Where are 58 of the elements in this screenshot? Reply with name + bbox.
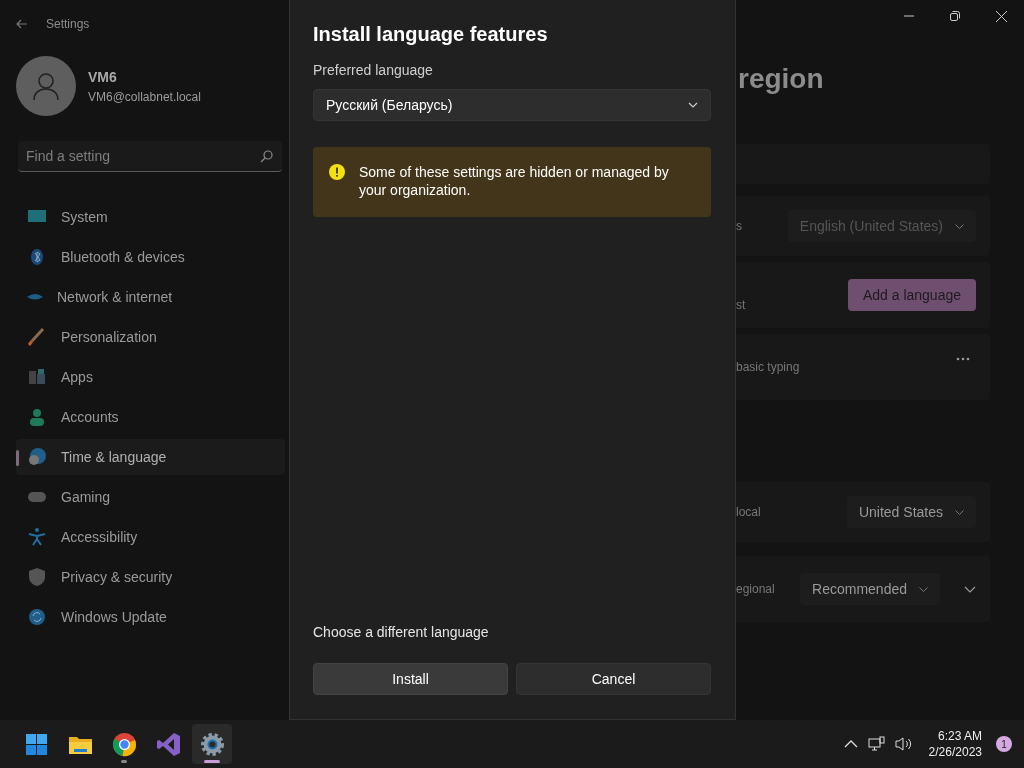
field-label: Preferred language xyxy=(313,61,434,80)
sidebar-item[interactable]: Personalization xyxy=(16,319,285,355)
user-name: VM6 xyxy=(88,67,118,87)
volume-icon[interactable] xyxy=(894,736,913,752)
dropdown[interactable]: Recommended xyxy=(800,573,940,605)
setting-label: basic typing xyxy=(736,359,800,376)
window-title: Settings xyxy=(46,16,90,33)
brush-icon xyxy=(27,327,47,347)
setting-label: local xyxy=(736,504,761,521)
clock[interactable]: 6:23 AM 2/26/2023 xyxy=(928,728,982,760)
update-icon xyxy=(27,607,47,627)
warning-text: Some of these settings are hidden or managed by your organization. xyxy=(359,163,670,199)
choose-language-link[interactable]: Choose a different language xyxy=(313,622,489,643)
setting-label: st xyxy=(736,297,746,314)
user-email: VM6@collabnet.local xyxy=(88,88,201,106)
cancel-button[interactable]: Cancel xyxy=(516,663,711,695)
sidebar-item[interactable]: System xyxy=(16,199,285,235)
chevron-down-icon xyxy=(919,586,928,592)
language-dropdown[interactable]: Русский (Беларусь) xyxy=(313,89,711,121)
chevron-down-icon xyxy=(688,102,698,108)
wifi-icon xyxy=(27,293,43,301)
chevron-down-icon xyxy=(955,223,964,229)
sidebar-item[interactable]: Privacy & security xyxy=(16,559,285,595)
shield-icon xyxy=(27,567,47,587)
taskbar-button[interactable] xyxy=(192,724,232,764)
sidebar-item[interactable]: Network & internet xyxy=(16,279,285,315)
chevron-down-icon xyxy=(955,509,964,515)
more-icon[interactable] xyxy=(956,357,970,361)
browser-icon xyxy=(111,731,137,757)
start-icon xyxy=(23,731,49,757)
chevron-up-icon[interactable] xyxy=(843,740,858,748)
search-icon xyxy=(260,150,273,163)
dialog-title: Install language features xyxy=(313,22,549,46)
sidebar-item[interactable]: Time & language xyxy=(16,439,285,475)
setting-label: egional xyxy=(736,581,775,598)
gear-icon xyxy=(199,731,225,757)
person-icon xyxy=(27,407,47,427)
setting-label: s xyxy=(736,218,742,235)
ide-icon xyxy=(155,731,181,757)
globe-clock-icon xyxy=(27,447,47,467)
warning-icon xyxy=(329,164,345,180)
sidebar-item[interactable]: Apps xyxy=(16,359,285,395)
sidebar-item[interactable]: Accounts xyxy=(16,399,285,435)
sidebar-item[interactable]: Bluetooth & devices xyxy=(16,239,285,275)
search-field[interactable]: Find a setting xyxy=(18,141,282,172)
expand-chevron-icon[interactable] xyxy=(964,585,976,593)
sidebar-item[interactable]: Accessibility xyxy=(16,519,285,555)
notification-badge[interactable]: 1 xyxy=(996,736,1012,752)
apps-icon xyxy=(27,367,47,387)
dropdown[interactable]: United States xyxy=(846,496,976,528)
network-icon[interactable] xyxy=(867,736,885,752)
sidebar-item[interactable]: Gaming xyxy=(16,479,285,515)
accessibility-icon xyxy=(27,527,47,547)
install-button[interactable]: Install xyxy=(313,663,508,695)
page-heading: region xyxy=(738,62,825,96)
back-arrow-icon[interactable] xyxy=(16,18,28,30)
avatar-placeholder xyxy=(16,56,76,116)
sidebar-item[interactable]: Windows Update xyxy=(16,599,285,635)
